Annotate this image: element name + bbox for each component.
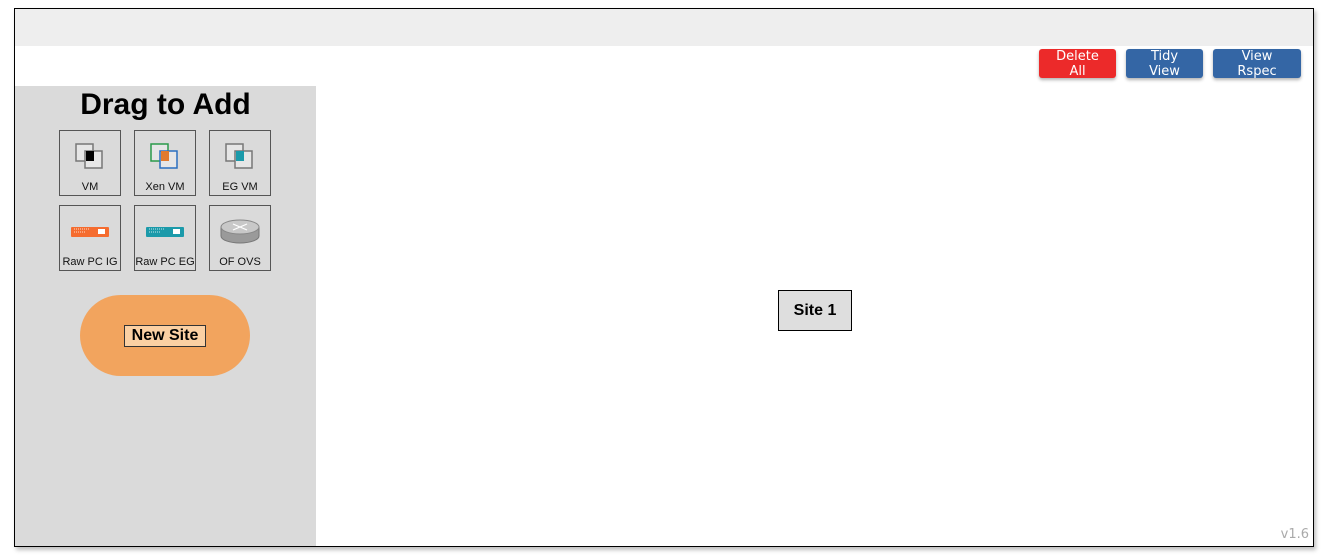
palette-item-vm[interactable]: VM <box>59 130 121 196</box>
ovs-router-icon <box>219 216 261 248</box>
palette-item-label: EG VM <box>222 181 258 193</box>
toolbar: Delete All Tidy View View Rspec <box>1039 49 1301 79</box>
palette-title: Drag to Add <box>80 88 251 121</box>
app-frame: Delete All Tidy View View Rspec Drag to … <box>14 8 1314 547</box>
palette-item-raw-pc-eg[interactable]: Raw PC EG <box>134 205 196 271</box>
palette-item-label: Raw PC EG <box>135 256 195 268</box>
raw-pc-ig-icon <box>70 216 110 248</box>
topology-canvas[interactable]: Site 1 v1.6 <box>316 86 1313 546</box>
palette-item-of-ovs[interactable]: OF OVS <box>209 205 271 271</box>
palette-item-raw-pc-ig[interactable]: Raw PC IG <box>59 205 121 271</box>
new-site-shape[interactable]: New Site <box>80 295 250 376</box>
vm-icon <box>74 141 106 173</box>
xen-vm-icon <box>149 141 181 173</box>
raw-pc-eg-icon <box>145 216 185 248</box>
version-label: v1.6 <box>1280 527 1309 542</box>
palette-item-eg-vm[interactable]: EG VM <box>209 130 271 196</box>
eg-vm-icon <box>224 141 256 173</box>
palette-item-label: OF OVS <box>219 256 261 268</box>
new-site-label: New Site <box>123 324 207 347</box>
delete-all-button[interactable]: Delete All <box>1039 49 1116 79</box>
top-bar <box>15 9 1313 46</box>
palette-item-label: VM <box>81 181 99 193</box>
palette-item-label: Xen VM <box>145 181 185 193</box>
view-rspec-button[interactable]: View Rspec <box>1213 49 1301 79</box>
palette-item-label: Raw PC IG <box>62 256 118 268</box>
palette-item-xen-vm[interactable]: Xen VM <box>134 130 196 196</box>
tidy-view-button[interactable]: Tidy View <box>1126 49 1203 79</box>
site-node[interactable]: Site 1 <box>778 290 852 331</box>
drag-palette: Drag to Add VM Xen VM EG VM Raw PC IG Ra… <box>15 86 316 546</box>
